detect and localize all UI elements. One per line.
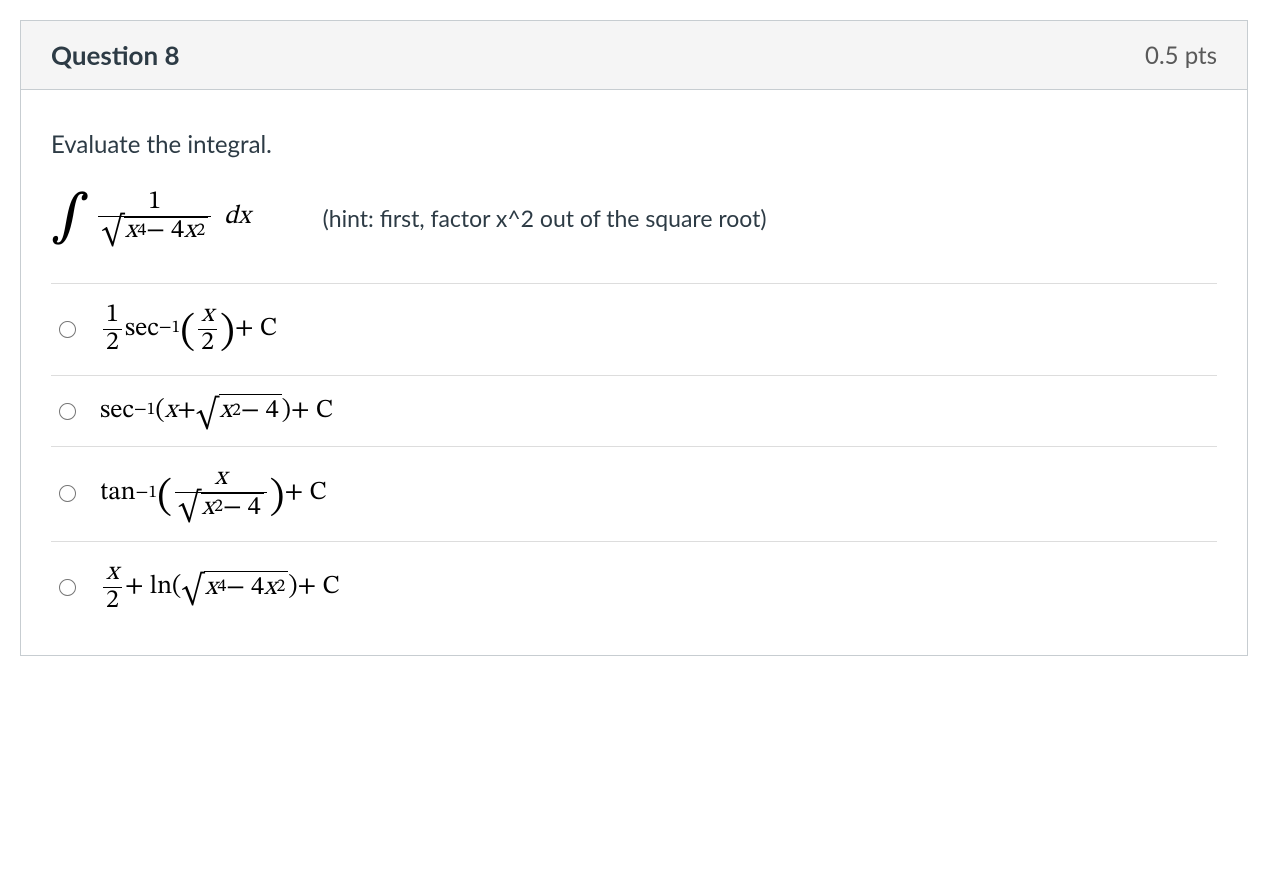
option-c[interactable]: tan−1 ( x √ x2 − 4 ) + C: [51, 447, 1217, 542]
integral-row: ∫ 1 √ x4 − 4x2 dx (hint: first, factor x…: [51, 189, 1217, 247]
option-a-radio[interactable]: [59, 321, 76, 338]
option-b-math: sec−1 (x + √ x2 − 4 ) + C: [100, 394, 333, 428]
integral-expression: ∫ 1 √ x4 − 4x2 dx: [51, 189, 251, 247]
sqrt-icon: √ x4 − 4x2: [181, 571, 288, 605]
option-c-radio[interactable]: [59, 485, 76, 502]
options-list: 1 2 sec−1 ( x 2 ) + C sec−1: [51, 283, 1217, 634]
integral-numerator: 1: [145, 189, 164, 216]
option-b[interactable]: sec−1 (x + √ x2 − 4 ) + C: [51, 376, 1217, 447]
sqrt-icon: √ x2 − 4: [178, 493, 264, 522]
hint-text: (hint: first, factor x^2 out of the squa…: [323, 204, 767, 232]
sqrt-icon: √ x2 − 4: [196, 394, 282, 428]
option-c-math: tan−1 ( x √ x2 − 4 ) + C: [100, 465, 327, 523]
question-points: 0.5 pts: [1145, 41, 1217, 70]
option-a[interactable]: 1 2 sec−1 ( x 2 ) + C: [51, 284, 1217, 377]
question-body: Evaluate the integral. ∫ 1 √ x4 − 4x2: [21, 90, 1247, 655]
question-title: Question 8: [51, 39, 180, 71]
sqrt-icon: √ x4 − 4x2: [101, 217, 208, 246]
option-d-math: x 2 + ln( √ x4 − 4x2 ) + C: [100, 560, 340, 616]
question-header: Question 8 0.5 pts: [21, 21, 1247, 90]
integral-dx: dx: [224, 201, 250, 234]
question-card: Question 8 0.5 pts Evaluate the integral…: [20, 20, 1248, 656]
option-a-math: 1 2 sec−1 ( x 2 ) + C: [100, 302, 277, 358]
integral-symbol-icon: ∫: [51, 190, 89, 246]
option-d[interactable]: x 2 + ln( √ x4 − 4x2 ) + C: [51, 542, 1217, 634]
option-b-radio[interactable]: [59, 403, 76, 420]
question-prompt: Evaluate the integral.: [51, 130, 1217, 159]
option-d-radio[interactable]: [59, 579, 76, 596]
